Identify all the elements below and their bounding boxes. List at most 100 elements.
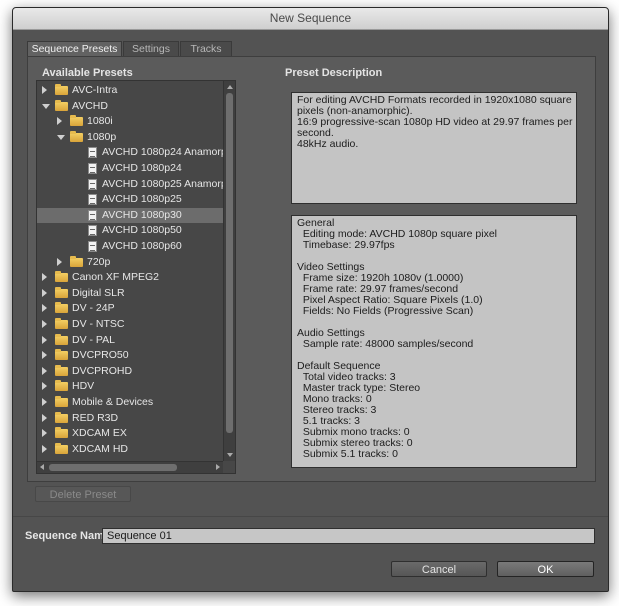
preset-label: XDCAM EX <box>72 427 127 440</box>
preset-item-row[interactable]: AVCHD 1080p24 Anamorph <box>37 145 223 160</box>
preset-label: AVCHD 1080p24 Anamorph <box>102 146 223 159</box>
description-line: Timebase: 29.97fps <box>297 239 395 251</box>
available-presets-heading: Available Presets <box>42 67 133 79</box>
preset-label: DV - NTSC <box>72 318 125 330</box>
preset-label: Canon XF MPEG2 <box>72 271 159 284</box>
divider <box>13 516 608 517</box>
disclosure-triangle-right-icon[interactable] <box>42 273 47 282</box>
preset-label: AVCHD 1080p30 <box>102 208 182 221</box>
preset-label: 720p <box>87 255 111 268</box>
preset-folder-row[interactable]: DVCPROHD <box>37 364 223 379</box>
preset-label: AVCHD 1080p24 <box>102 162 182 174</box>
folder-icon <box>55 411 68 423</box>
preset-folder-row[interactable]: DV - PAL <box>37 333 223 348</box>
description-line: Sample rate: 48000 samples/second <box>297 338 474 350</box>
tab-tracks[interactable]: Tracks <box>180 41 232 57</box>
preset-folder-row[interactable]: Canon XF MPEG2 <box>37 270 223 285</box>
preset-file-icon <box>88 225 97 237</box>
preset-folder-row[interactable]: 1080p <box>37 130 223 145</box>
presets-vertical-scrollbar[interactable] <box>223 81 235 461</box>
preset-label: DVCPRO50 <box>72 349 129 362</box>
preset-item-row[interactable]: AVCHD 1080p50 <box>37 223 223 238</box>
preset-folder-row[interactable]: XDCAM HD <box>37 442 223 457</box>
disclosure-triangle-right-icon[interactable] <box>42 398 47 406</box>
preset-folder-row[interactable]: HDV <box>37 379 223 394</box>
scroll-down-arrow-icon[interactable] <box>227 453 233 457</box>
delete-preset-button[interactable]: Delete Preset <box>35 486 131 502</box>
preset-label: AVC-Intra <box>72 84 118 96</box>
folder-icon <box>55 349 68 361</box>
presets-horizontal-scrollbar[interactable] <box>37 461 223 473</box>
preset-details-box: General Editing mode: AVCHD 1080p square… <box>291 215 577 468</box>
disclosure-triangle-right-icon[interactable] <box>42 382 47 391</box>
ok-button[interactable]: OK <box>497 561 594 577</box>
disclosure-triangle-right-icon[interactable] <box>42 335 47 344</box>
preset-folder-row[interactable]: RED R3D <box>37 411 223 426</box>
sequence-presets-panel: Available Presets Preset Description AVC… <box>27 56 596 482</box>
preset-folder-row[interactable]: AVCHD <box>37 99 223 114</box>
folder-icon <box>55 302 68 314</box>
preset-label: XDCAM HD <box>72 442 129 455</box>
disclosure-triangle-right-icon[interactable] <box>42 429 47 438</box>
disclosure-triangle-right-icon[interactable] <box>57 117 62 126</box>
folder-icon <box>55 271 68 283</box>
preset-item-row[interactable]: AVCHD 1080p30 <box>37 207 223 223</box>
sequence-name-input[interactable] <box>102 528 595 544</box>
description-line: Fields: No Fields (Progressive Scan) <box>297 305 474 317</box>
sequence-name-label: Sequence Name: <box>25 530 114 542</box>
vertical-scroll-thumb[interactable] <box>226 93 233 433</box>
disclosure-triangle-right-icon[interactable] <box>42 366 47 375</box>
disclosure-triangle-right-icon[interactable] <box>42 86 47 94</box>
preset-folder-row[interactable]: DV - 24P <box>37 301 223 316</box>
scroll-left-arrow-icon[interactable] <box>40 464 44 470</box>
preset-label: AVCHD <box>72 99 108 112</box>
window-title[interactable]: New Sequence <box>13 8 608 30</box>
preset-item-row[interactable]: AVCHD 1080p25 Anamorph <box>37 177 223 192</box>
preset-folder-row[interactable]: 720p <box>37 255 223 270</box>
description-line: Submix 5.1 tracks: 0 <box>297 448 398 460</box>
preset-folder-row[interactable]: XDCAM EX <box>37 426 223 441</box>
preset-folder-row[interactable]: Mobile & Devices <box>37 395 223 410</box>
preset-folder-row[interactable]: AVC-Intra <box>37 83 223 98</box>
presets-tree[interactable]: AVC-Intra AVCHD 1080i 1080p AVCHD 1080p24 An… <box>37 81 223 461</box>
scroll-up-arrow-icon[interactable] <box>227 85 233 89</box>
preset-file-icon <box>88 209 97 221</box>
preset-item-row[interactable]: AVCHD 1080p24 <box>37 161 223 176</box>
disclosure-triangle-down-icon[interactable] <box>42 103 50 109</box>
disclosure-triangle-right-icon[interactable] <box>42 288 47 297</box>
preset-item-row[interactable]: AVCHD 1080p25 <box>37 192 223 207</box>
preset-label: DV - 24P <box>72 302 115 315</box>
folder-icon <box>70 255 83 267</box>
description-line: 48kHz audio. <box>297 138 359 150</box>
cancel-button[interactable]: Cancel <box>391 561 487 577</box>
disclosure-triangle-right-icon[interactable] <box>42 304 47 313</box>
folder-icon <box>55 99 68 111</box>
preset-folder-row[interactable]: Digital SLR <box>37 286 223 301</box>
disclosure-triangle-right-icon[interactable] <box>42 413 47 422</box>
preset-file-icon <box>88 241 97 252</box>
disclosure-triangle-right-icon[interactable] <box>42 444 47 453</box>
folder-icon <box>70 130 83 142</box>
disclosure-triangle-right-icon[interactable] <box>42 351 47 360</box>
disclosure-triangle-right-icon[interactable] <box>42 320 47 328</box>
preset-label: Mobile & Devices <box>72 396 154 408</box>
preset-label: HDV <box>72 380 95 393</box>
preset-file-icon <box>88 194 97 206</box>
tab-settings[interactable]: Settings <box>123 41 179 57</box>
horizontal-scroll-thumb[interactable] <box>49 464 177 471</box>
description-line: 16:9 progressive-scan 1080p HD video at … <box>297 116 573 128</box>
preset-item-row[interactable]: AVCHD 1080p60 <box>37 239 223 254</box>
presets-tree-frame: AVC-Intra AVCHD 1080i 1080p AVCHD 1080p24 An… <box>36 80 236 474</box>
disclosure-triangle-right-icon[interactable] <box>57 257 62 266</box>
preset-folder-row[interactable]: DV - NTSC <box>37 317 223 332</box>
preset-folder-row[interactable]: 1080i <box>37 114 223 129</box>
preset-description-heading: Preset Description <box>285 67 383 79</box>
disclosure-triangle-down-icon[interactable] <box>57 134 65 140</box>
folder-icon <box>55 442 68 454</box>
scroll-right-arrow-icon[interactable] <box>216 464 220 470</box>
preset-folder-row[interactable]: DVCPRO50 <box>37 348 223 363</box>
preset-summary-box: For editing AVCHD Formats recorded in 19… <box>291 92 577 204</box>
preset-label: DV - PAL <box>72 333 115 346</box>
preset-file-icon <box>88 178 97 190</box>
preset-label: AVCHD 1080p50 <box>102 224 182 237</box>
